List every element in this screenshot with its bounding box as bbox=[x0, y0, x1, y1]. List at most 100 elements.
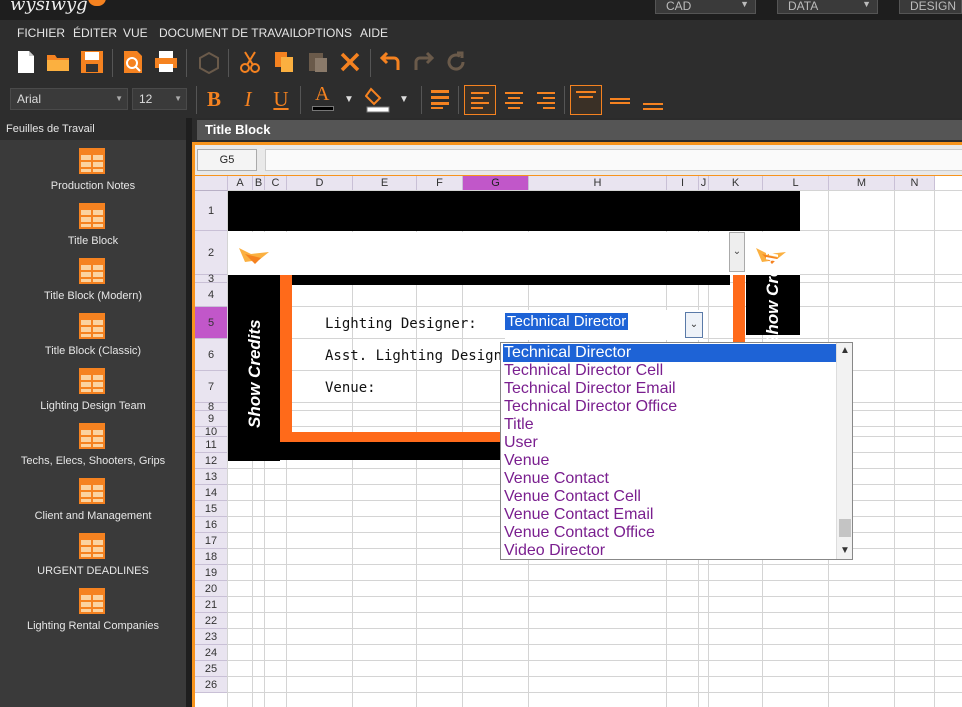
chevron-down-icon[interactable]: ⌄ bbox=[729, 232, 745, 272]
column-header[interactable]: D bbox=[287, 176, 353, 191]
new-file-button[interactable] bbox=[12, 48, 40, 76]
chevron-down-icon[interactable]: ▼ bbox=[344, 94, 354, 105]
row-header[interactable]: 19 bbox=[195, 565, 228, 581]
dropdown-option[interactable]: Venue bbox=[503, 452, 836, 470]
align-right-button[interactable] bbox=[532, 86, 560, 114]
chevron-down-icon[interactable]: ▼ bbox=[837, 543, 853, 559]
row-header[interactable]: 7 bbox=[195, 371, 228, 403]
row-header[interactable]: 6 bbox=[195, 339, 228, 371]
align-left-button[interactable] bbox=[464, 85, 496, 115]
chevron-up-icon[interactable]: ▲ bbox=[837, 343, 853, 359]
font-name-select[interactable]: Arial ▼ bbox=[10, 88, 128, 110]
column-header[interactable]: L bbox=[763, 176, 829, 191]
column-header[interactable]: K bbox=[709, 176, 763, 191]
row-header[interactable]: 24 bbox=[195, 645, 228, 661]
sheet-item[interactable]: Production Notes bbox=[0, 148, 186, 203]
row-header[interactable]: 26 bbox=[195, 677, 228, 693]
save-button[interactable] bbox=[78, 48, 106, 76]
open-file-button[interactable] bbox=[44, 48, 72, 76]
row-header[interactable]: 15 bbox=[195, 501, 228, 517]
menu-fichier[interactable]: FICHIER bbox=[17, 26, 65, 40]
sheet-item[interactable]: Lighting Design Team bbox=[0, 368, 186, 423]
row-header[interactable]: 16 bbox=[195, 517, 228, 533]
dropdown-option[interactable]: Venue Contact Office bbox=[503, 524, 836, 542]
refresh-button[interactable] bbox=[442, 48, 470, 76]
row-header[interactable]: 5 bbox=[195, 307, 228, 339]
column-header[interactable]: I bbox=[667, 176, 699, 191]
dropdown-option[interactable]: Venue Contact Email bbox=[503, 506, 836, 524]
dropdown-option[interactable]: Venue Contact bbox=[503, 470, 836, 488]
dropdown-option[interactable]: Title bbox=[503, 416, 836, 434]
sheet-item[interactable]: URGENT DEADLINES bbox=[0, 533, 186, 588]
sheet-item[interactable]: Title Block bbox=[0, 203, 186, 258]
copy-button[interactable] bbox=[270, 48, 298, 76]
row-header[interactable]: 23 bbox=[195, 629, 228, 645]
dropdown-option[interactable]: Venue Contact Cell bbox=[503, 488, 836, 506]
column-header[interactable]: G bbox=[463, 176, 529, 191]
row-header[interactable]: 2 bbox=[195, 231, 228, 275]
cell-reference-box[interactable]: G5 bbox=[197, 149, 257, 171]
cell-dropdown-g5[interactable]: Technical Director ⌄ bbox=[505, 310, 703, 340]
font-color-button[interactable]: A bbox=[309, 83, 337, 113]
dropdown-option[interactable]: Technical Director bbox=[503, 344, 836, 362]
row-header[interactable]: 22 bbox=[195, 613, 228, 629]
align-top-button[interactable] bbox=[570, 85, 602, 115]
print-button[interactable] bbox=[152, 48, 180, 76]
row-header[interactable]: 25 bbox=[195, 661, 228, 677]
row-header[interactable]: 14 bbox=[195, 485, 228, 501]
font-size-select[interactable]: 12 ▼ bbox=[132, 88, 187, 110]
italic-button[interactable]: I bbox=[234, 85, 262, 113]
row-header[interactable]: 17 bbox=[195, 533, 228, 549]
column-header[interactable]: N bbox=[895, 176, 935, 191]
sheet-item[interactable]: Client and Management bbox=[0, 478, 186, 533]
column-header[interactable]: E bbox=[353, 176, 417, 191]
wrap-text-button[interactable] bbox=[426, 85, 454, 113]
mode-tab-design[interactable]: DESIGN bbox=[899, 0, 962, 14]
row-header[interactable]: 8 bbox=[195, 402, 228, 413]
column-header[interactable]: M bbox=[829, 176, 895, 191]
menu-options[interactable]: OPTIONS bbox=[298, 26, 352, 40]
package-button[interactable] bbox=[195, 48, 223, 76]
sheet-item[interactable]: Title Block (Classic) bbox=[0, 313, 186, 368]
undo-button[interactable] bbox=[376, 48, 404, 76]
row-header[interactable]: 11 bbox=[195, 437, 228, 453]
menu-editer[interactable]: ÉDITER bbox=[73, 26, 117, 40]
delete-button[interactable] bbox=[336, 48, 364, 76]
row-header[interactable]: 12 bbox=[195, 453, 228, 469]
row-header[interactable]: 10 bbox=[195, 427, 228, 438]
dropdown-scroll-thumb[interactable] bbox=[839, 519, 851, 537]
dropdown-option[interactable]: Technical Director Email bbox=[503, 380, 836, 398]
field-dropdown-list[interactable]: ▲ ▼ Technical Director Technical Director… bbox=[500, 342, 853, 560]
row-header[interactable]: 13 bbox=[195, 469, 228, 485]
row-header[interactable]: 1 bbox=[195, 191, 228, 231]
column-header[interactable]: C bbox=[265, 176, 287, 191]
row-header[interactable]: 4 bbox=[195, 283, 228, 307]
dropdown-option[interactable]: Video Director bbox=[503, 542, 836, 560]
cut-button[interactable] bbox=[236, 48, 264, 76]
dropdown-option[interactable]: Technical Director Office bbox=[503, 398, 836, 416]
chevron-down-icon[interactable]: ▼ bbox=[399, 94, 409, 105]
grid-corner[interactable] bbox=[195, 176, 228, 191]
column-header[interactable]: J bbox=[699, 176, 709, 191]
row-header[interactable]: 20 bbox=[195, 581, 228, 597]
bold-button[interactable]: B bbox=[200, 85, 228, 113]
dropdown-option[interactable]: User bbox=[503, 434, 836, 452]
formula-input[interactable] bbox=[265, 149, 962, 171]
paste-button[interactable] bbox=[304, 48, 332, 76]
column-header[interactable]: H bbox=[529, 176, 667, 191]
redo-button[interactable] bbox=[410, 48, 438, 76]
print-preview-button[interactable] bbox=[119, 48, 147, 76]
align-bottom-button[interactable] bbox=[639, 86, 667, 114]
column-header[interactable]: F bbox=[417, 176, 463, 191]
column-header[interactable]: B bbox=[253, 176, 265, 191]
chevron-down-icon[interactable]: ⌄ bbox=[685, 312, 703, 338]
underline-button[interactable]: U bbox=[267, 85, 295, 113]
fill-color-button[interactable] bbox=[364, 85, 392, 113]
menu-aide[interactable]: AIDE bbox=[360, 26, 388, 40]
row-header[interactable]: 3 bbox=[195, 274, 228, 285]
column-header[interactable]: A bbox=[228, 176, 253, 191]
align-middle-button[interactable] bbox=[606, 86, 634, 114]
align-center-button[interactable] bbox=[500, 86, 528, 114]
mode-tab-cad[interactable]: CAD ▼ bbox=[655, 0, 756, 14]
menu-vue[interactable]: VUE bbox=[123, 26, 148, 40]
